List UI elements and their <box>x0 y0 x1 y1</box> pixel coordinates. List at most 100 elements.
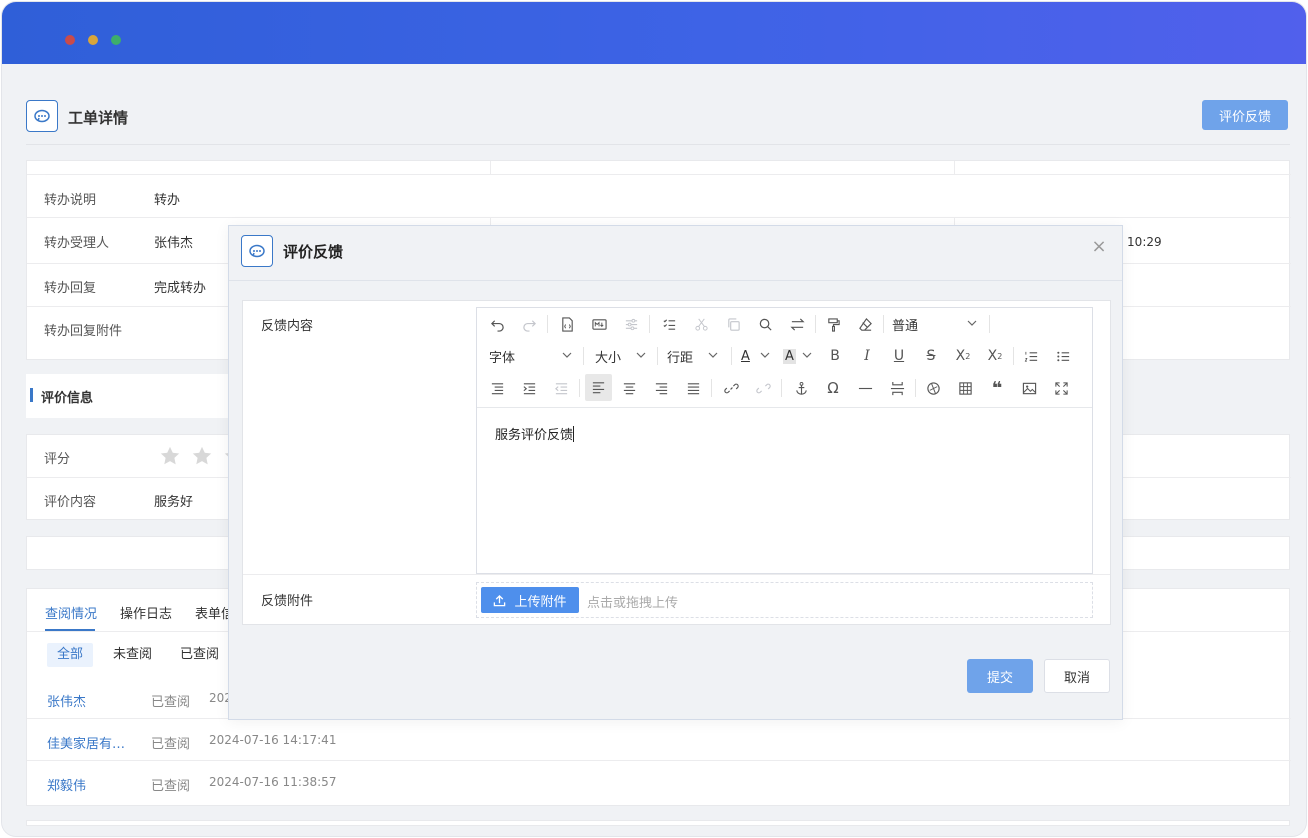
toolbar-separator <box>883 315 884 333</box>
evaluate-feedback-button[interactable]: 评价反馈 <box>1202 100 1288 130</box>
background-color-icon: A <box>783 348 796 364</box>
window-close-dot[interactable] <box>65 35 75 45</box>
horizontal-line-icon[interactable] <box>853 376 877 400</box>
bold-icon[interactable]: B <box>823 344 847 368</box>
evaluation-section-title: 评价信息 <box>41 391 94 406</box>
anchor-icon[interactable] <box>789 376 813 400</box>
copy-icon[interactable] <box>721 312 745 336</box>
toolbar-separator <box>815 315 816 333</box>
italic-icon[interactable]: I <box>855 344 879 368</box>
image-icon[interactable] <box>1017 376 1041 400</box>
quote-icon[interactable]: ❝ <box>985 376 1009 400</box>
special-char-icon[interactable]: Ω <box>821 376 845 400</box>
tab-access-status[interactable]: 查阅情况 <box>45 603 97 622</box>
chat-bubble-icon <box>241 235 273 267</box>
reader-name-link[interactable]: 郑毅伟 <box>47 775 129 794</box>
filter-all[interactable]: 全部 <box>47 643 94 667</box>
toolbar-separator <box>731 347 732 365</box>
paragraph-select[interactable]: 普通 <box>892 312 978 336</box>
bullet-list-icon[interactable] <box>1051 344 1075 368</box>
table-row: 佳美家居有限公司 已查阅 2024-07-16 14:17:41 <box>27 719 1291 761</box>
settings-sliders-icon[interactable] <box>619 312 643 336</box>
ordered-list-icon[interactable] <box>1019 344 1043 368</box>
transfer-attach-label: 转办回复附件 <box>44 324 123 339</box>
chat-bubble-icon <box>26 100 58 132</box>
redo-icon[interactable] <box>517 312 541 336</box>
strikethrough-icon[interactable]: S <box>919 344 943 368</box>
bottom-section <box>26 820 1290 826</box>
read-time: 2024-07-16 14:17:41 <box>209 733 337 747</box>
toolbar-separator <box>583 347 584 365</box>
table-row: 转办说明 转办 <box>27 175 1291 218</box>
align-justify-icon[interactable] <box>681 376 705 400</box>
chevron-down-icon <box>802 352 812 358</box>
page-break-icon[interactable] <box>885 376 909 400</box>
unlink-icon[interactable] <box>751 376 775 400</box>
filter-unread[interactable]: 未查阅 <box>103 643 162 667</box>
toolbar-separator <box>1013 347 1014 365</box>
reader-name-link[interactable]: 佳美家居有限公司 <box>47 733 129 752</box>
upload-hint: 点击或拖拽上传 <box>587 596 679 611</box>
window-minimize-dot[interactable] <box>88 35 98 45</box>
indent-icon[interactable] <box>517 376 541 400</box>
search-icon[interactable] <box>753 312 777 336</box>
line-height-select[interactable]: 行距 <box>667 344 719 368</box>
table-row <box>27 161 1291 175</box>
upload-button-label: 上传附件 <box>514 594 567 610</box>
font-color-button[interactable]: A <box>741 344 771 368</box>
star-icon <box>159 445 181 471</box>
superscript-icon[interactable]: X2 <box>983 344 1007 368</box>
transfer-reply-label: 转办回复 <box>44 281 97 296</box>
link-icon[interactable] <box>719 376 743 400</box>
table-icon[interactable] <box>953 376 977 400</box>
align-center-icon[interactable] <box>617 376 641 400</box>
eraser-icon[interactable] <box>853 312 877 336</box>
window-zoom-dot[interactable] <box>111 35 121 45</box>
section-marker <box>30 388 33 402</box>
cancel-button[interactable]: 取消 <box>1044 659 1110 693</box>
evaluation-content-value: 服务好 <box>154 495 194 510</box>
score-label: 评分 <box>44 452 71 467</box>
chevron-down-icon <box>636 352 646 358</box>
tab-operation-log[interactable]: 操作日志 <box>120 603 172 622</box>
rich-text-editor: 普通 字体 大小 行距 A A B I U S X 2 X 2 Ω ❝ 服务评价… <box>476 307 1093 574</box>
emoji-icon[interactable] <box>921 376 945 400</box>
format-painter-icon[interactable] <box>821 312 845 336</box>
checklist-icon[interactable] <box>657 312 681 336</box>
font-family-select[interactable]: 字体 <box>489 344 573 368</box>
editor-content[interactable]: 服务评价反馈 <box>495 424 575 443</box>
form-divider <box>243 574 1110 575</box>
transfer-assignee-value: 张伟杰 <box>154 236 194 251</box>
filter-read[interactable]: 已查阅 <box>170 643 229 667</box>
font-size-select[interactable]: 大小 <box>595 344 647 368</box>
fullscreen-icon[interactable] <box>1049 376 1073 400</box>
align-right-icon[interactable] <box>649 376 673 400</box>
todo-list-icon[interactable] <box>485 376 509 400</box>
outdent-icon[interactable] <box>549 376 573 400</box>
chevron-down-icon <box>967 320 977 326</box>
chevron-down-icon <box>562 352 572 358</box>
reader-name-link[interactable]: 张伟杰 <box>47 691 129 710</box>
subscript-icon[interactable]: X2 <box>951 344 975 368</box>
upload-dropzone[interactable]: 上传附件 点击或拖拽上传 <box>476 582 1093 618</box>
submit-button[interactable]: 提交 <box>967 659 1033 693</box>
cut-icon[interactable] <box>689 312 713 336</box>
background-color-button[interactable]: A <box>783 344 813 368</box>
table-row: 郑毅伟 已查阅 2024-07-16 11:38:57 <box>27 761 1291 803</box>
read-status: 已查阅 <box>151 737 191 752</box>
markdown-icon[interactable] <box>587 312 611 336</box>
toolbar-separator <box>547 315 548 333</box>
feedback-form: 反馈内容 普通 字体 大小 行距 A A B I U S X 2 X 2 Ω ❝… <box>242 300 1111 625</box>
upload-attachment-button[interactable]: 上传附件 <box>481 587 579 613</box>
toolbar-separator <box>649 315 650 333</box>
close-icon[interactable]: × <box>1090 238 1108 256</box>
replace-icon[interactable] <box>785 312 809 336</box>
chevron-down-icon <box>760 352 770 358</box>
transfer-reply-value: 完成转办 <box>154 281 207 296</box>
undo-icon[interactable] <box>485 312 509 336</box>
star-icon <box>191 445 213 471</box>
line-height-select-value: 行距 <box>667 350 694 366</box>
align-left-icon[interactable] <box>585 374 612 401</box>
source-code-icon[interactable] <box>555 312 579 336</box>
underline-icon[interactable]: U <box>887 344 911 368</box>
